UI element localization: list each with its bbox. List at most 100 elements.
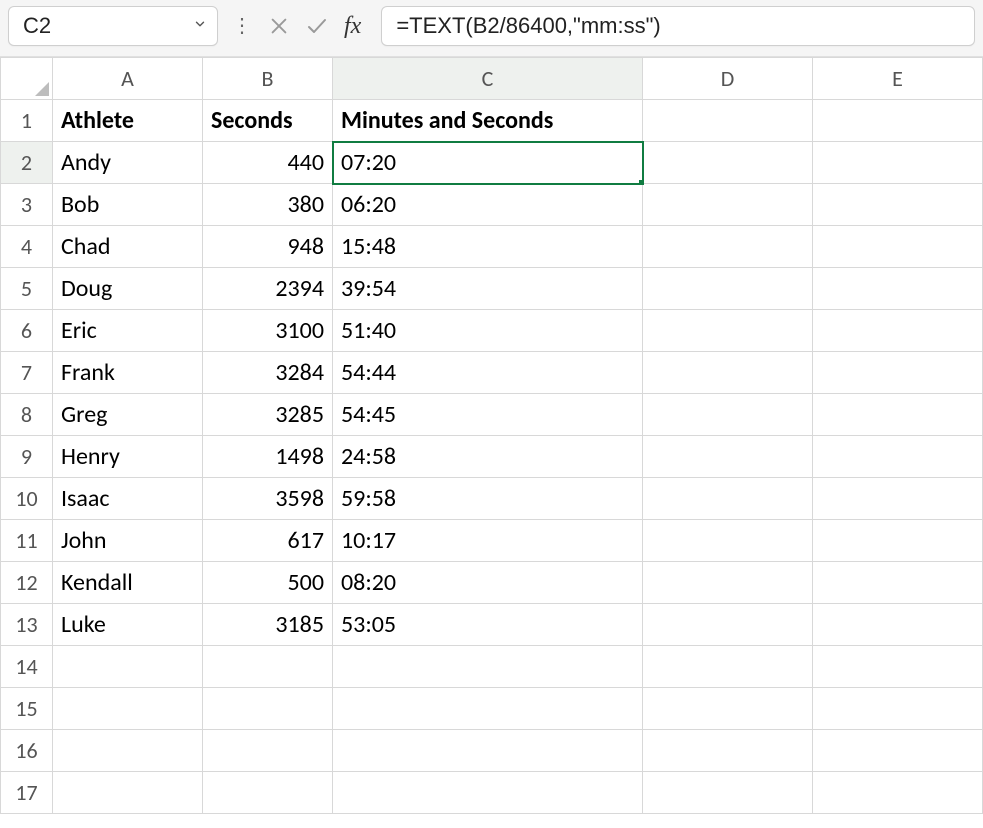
column-header-C[interactable]: C (333, 58, 643, 100)
row-header-3[interactable]: 3 (1, 184, 53, 226)
row-header-16[interactable]: 16 (1, 730, 53, 772)
cell-C16[interactable] (333, 730, 643, 772)
cell-B8[interactable]: 3285 (203, 394, 333, 436)
cell-C8[interactable]: 54:45 (333, 394, 643, 436)
cell-A8[interactable]: Greg (53, 394, 203, 436)
cell-B6[interactable]: 3100 (203, 310, 333, 352)
cell-D13[interactable] (643, 604, 813, 646)
cell-E13[interactable] (813, 604, 983, 646)
cell-A2[interactable]: Andy (53, 142, 203, 184)
row-header-6[interactable]: 6 (1, 310, 53, 352)
cell-B12[interactable]: 500 (203, 562, 333, 604)
row-header-10[interactable]: 10 (1, 478, 53, 520)
cell-A13[interactable]: Luke (53, 604, 203, 646)
cell-B2[interactable]: 440 (203, 142, 333, 184)
cell-D2[interactable] (643, 142, 813, 184)
cell-C7[interactable]: 54:44 (333, 352, 643, 394)
cell-C2[interactable]: 07:20 (333, 142, 643, 184)
cell-B16[interactable] (203, 730, 333, 772)
cell-C15[interactable] (333, 688, 643, 730)
cell-D11[interactable] (643, 520, 813, 562)
row-header-13[interactable]: 13 (1, 604, 53, 646)
cell-C3[interactable]: 06:20 (333, 184, 643, 226)
cell-C13[interactable]: 53:05 (333, 604, 643, 646)
cell-E5[interactable] (813, 268, 983, 310)
select-all-corner[interactable] (1, 58, 53, 100)
cell-A7[interactable]: Frank (53, 352, 203, 394)
cell-C12[interactable]: 08:20 (333, 562, 643, 604)
name-box[interactable] (8, 6, 218, 46)
cell-E9[interactable] (813, 436, 983, 478)
cell-B15[interactable] (203, 688, 333, 730)
chevron-down-icon[interactable] (193, 17, 207, 36)
cell-E3[interactable] (813, 184, 983, 226)
cell-C14[interactable] (333, 646, 643, 688)
cell-B9[interactable]: 1498 (203, 436, 333, 478)
formula-bar[interactable] (381, 6, 975, 46)
cell-D14[interactable] (643, 646, 813, 688)
cell-D16[interactable] (643, 730, 813, 772)
cell-B10[interactable]: 3598 (203, 478, 333, 520)
cell-A9[interactable]: Henry (53, 436, 203, 478)
cell-D5[interactable] (643, 268, 813, 310)
cell-C11[interactable]: 10:17 (333, 520, 643, 562)
cell-A11[interactable]: John (53, 520, 203, 562)
cell-C17[interactable] (333, 772, 643, 814)
row-header-17[interactable]: 17 (1, 772, 53, 814)
cell-E17[interactable] (813, 772, 983, 814)
cell-D4[interactable] (643, 226, 813, 268)
cell-B14[interactable] (203, 646, 333, 688)
cell-D1[interactable] (643, 100, 813, 142)
row-header-8[interactable]: 8 (1, 394, 53, 436)
cell-D10[interactable] (643, 478, 813, 520)
cell-D9[interactable] (643, 436, 813, 478)
fx-icon[interactable]: fx (342, 13, 363, 40)
cell-B3[interactable]: 380 (203, 184, 333, 226)
column-header-B[interactable]: B (203, 58, 333, 100)
cell-E1[interactable] (813, 100, 983, 142)
cell-E2[interactable] (813, 142, 983, 184)
cell-E11[interactable] (813, 520, 983, 562)
cell-A4[interactable]: Chad (53, 226, 203, 268)
row-header-14[interactable]: 14 (1, 646, 53, 688)
cell-A1[interactable]: Athlete (53, 100, 203, 142)
cell-B13[interactable]: 3185 (203, 604, 333, 646)
row-header-4[interactable]: 4 (1, 226, 53, 268)
cell-A3[interactable]: Bob (53, 184, 203, 226)
cell-A12[interactable]: Kendall (53, 562, 203, 604)
cell-E15[interactable] (813, 688, 983, 730)
cell-D17[interactable] (643, 772, 813, 814)
cell-E8[interactable] (813, 394, 983, 436)
cell-A14[interactable] (53, 646, 203, 688)
row-header-9[interactable]: 9 (1, 436, 53, 478)
cell-A5[interactable]: Doug (53, 268, 203, 310)
cell-C9[interactable]: 24:58 (333, 436, 643, 478)
column-header-A[interactable]: A (53, 58, 203, 100)
cell-C10[interactable]: 59:58 (333, 478, 643, 520)
cell-A17[interactable] (53, 772, 203, 814)
cell-A10[interactable]: Isaac (53, 478, 203, 520)
row-header-12[interactable]: 12 (1, 562, 53, 604)
fill-handle[interactable] (638, 179, 643, 184)
row-header-11[interactable]: 11 (1, 520, 53, 562)
cell-D15[interactable] (643, 688, 813, 730)
row-header-1[interactable]: 1 (1, 100, 53, 142)
cell-B4[interactable]: 948 (203, 226, 333, 268)
cell-B5[interactable]: 2394 (203, 268, 333, 310)
cell-A16[interactable] (53, 730, 203, 772)
cell-B1[interactable]: Seconds (203, 100, 333, 142)
column-header-D[interactable]: D (643, 58, 813, 100)
row-header-2[interactable]: 2 (1, 142, 53, 184)
cell-C1[interactable]: Minutes and Seconds (333, 100, 643, 142)
cell-D12[interactable] (643, 562, 813, 604)
name-box-input[interactable] (23, 13, 187, 39)
cell-E14[interactable] (813, 646, 983, 688)
cell-E6[interactable] (813, 310, 983, 352)
cell-E7[interactable] (813, 352, 983, 394)
cell-B7[interactable]: 3284 (203, 352, 333, 394)
cell-D3[interactable] (643, 184, 813, 226)
cell-C5[interactable]: 39:54 (333, 268, 643, 310)
row-header-7[interactable]: 7 (1, 352, 53, 394)
formula-input[interactable] (396, 13, 960, 39)
cell-E10[interactable] (813, 478, 983, 520)
